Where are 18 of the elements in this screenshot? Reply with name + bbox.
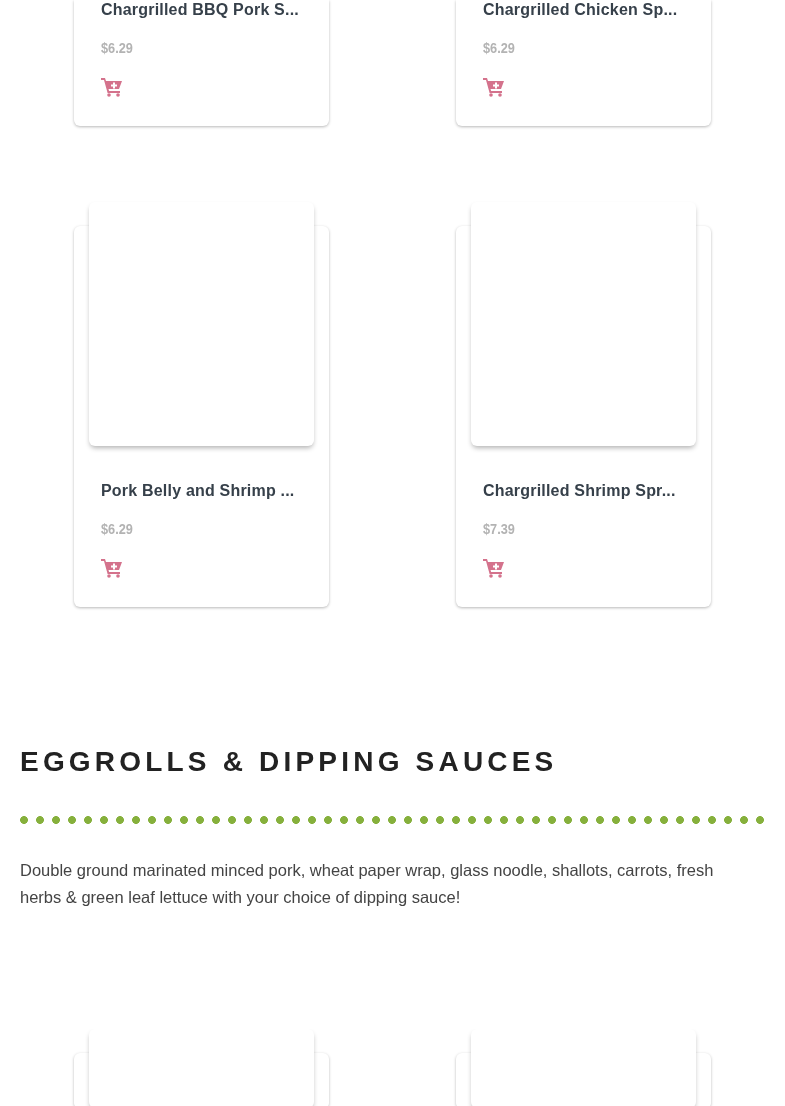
product-price: $6.29	[101, 519, 133, 539]
product-price: $6.29	[101, 38, 133, 58]
section-description: Double ground marinated minced pork, wheat paper wrap, glass noodle, shallots, carrots, fresh herbs & green leaf lettuce with your choice of dipping sauce!	[20, 860, 715, 908]
product-price: $6.29	[483, 38, 515, 58]
product-name: Chargrilled BBQ Pork S...	[101, 0, 300, 20]
cart-plus-icon	[101, 558, 123, 578]
add-to-cart-button[interactable]	[483, 558, 505, 578]
add-to-cart-button[interactable]	[101, 558, 123, 578]
product-name: Chargrilled Shrimp Spr...	[483, 481, 677, 501]
product-name: Pork Belly and Shrimp ...	[101, 481, 296, 501]
cart-plus-icon	[101, 77, 123, 97]
section-heading: EGGROLLS & DIPPING SAUCES	[20, 745, 559, 779]
product-price: $7.39	[483, 519, 515, 539]
cart-plus-icon	[483, 77, 505, 97]
cart-plus-icon	[483, 558, 505, 578]
product-name: Chargrilled Chicken Sp...	[483, 0, 679, 20]
add-to-cart-button[interactable]	[101, 77, 123, 97]
add-to-cart-button[interactable]	[483, 77, 505, 97]
